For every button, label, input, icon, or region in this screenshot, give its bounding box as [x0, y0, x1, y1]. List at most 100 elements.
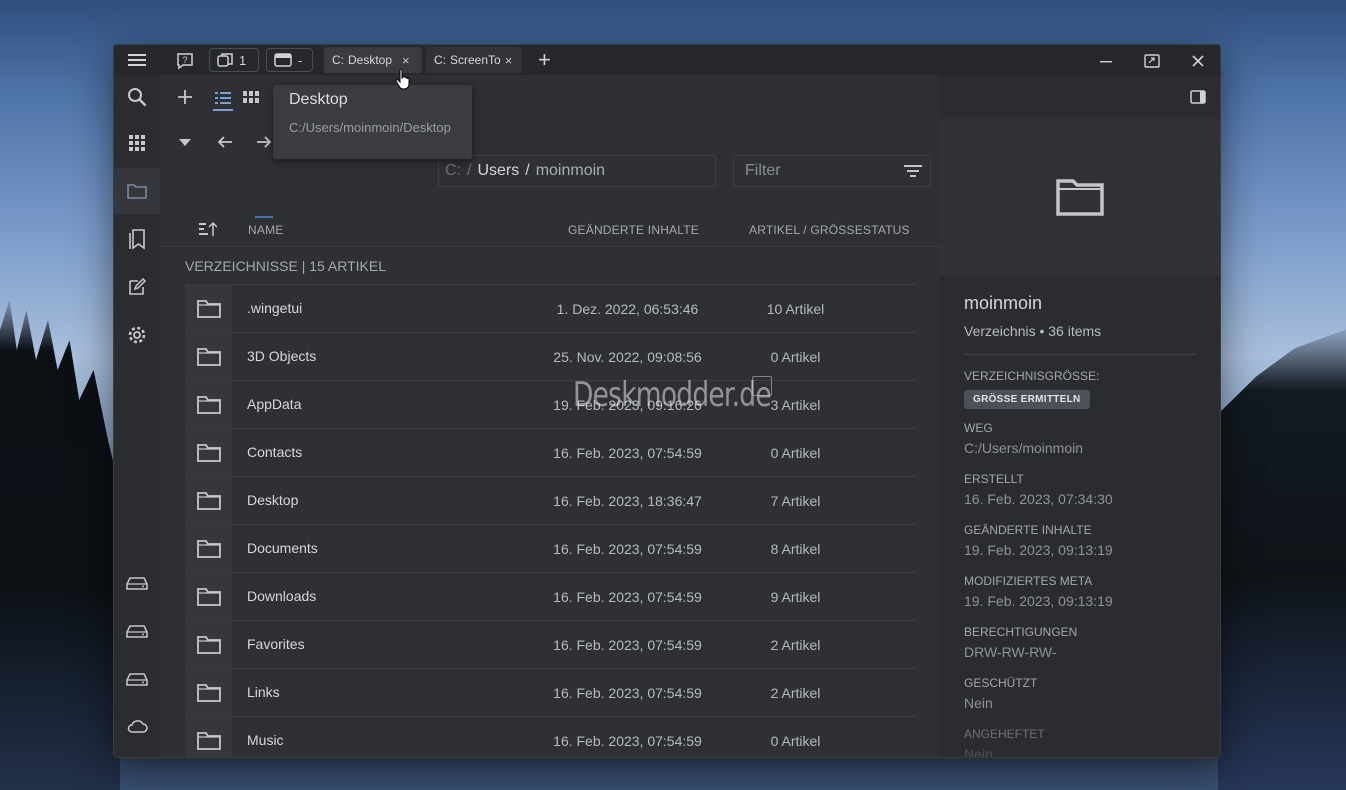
protected-label: GESCHÜTZT [964, 676, 1038, 690]
table-row[interactable]: Music 16. Feb. 2023, 07:54:59 0 Artikel [185, 717, 916, 757]
row-name: Links [247, 684, 280, 700]
row-modified: 16. Feb. 2023, 07:54:59 [553, 541, 702, 557]
filter-icon[interactable] [904, 164, 922, 178]
folder-preview [940, 119, 1220, 275]
drive-icon[interactable] [125, 571, 149, 595]
close-window-icon[interactable] [1188, 51, 1208, 71]
column-accent [255, 216, 273, 218]
table-row[interactable]: Links 16. Feb. 2023, 07:54:59 2 Artikel [185, 669, 916, 717]
search-icon[interactable] [125, 85, 149, 109]
layout-icon [274, 52, 292, 68]
meta-label: MODIFIZIERTES META [964, 574, 1093, 588]
layout-button[interactable]: - [266, 48, 313, 72]
filter-placeholder: Filter [745, 162, 781, 179]
folder-icon [1055, 176, 1105, 218]
help-icon[interactable]: ? [175, 51, 195, 71]
header-divider [160, 246, 940, 247]
wallpaper-trees-left [0, 300, 120, 790]
column-header-name[interactable]: NAME [248, 223, 283, 237]
windows-button[interactable]: 1 [209, 48, 259, 72]
folder-icon [185, 621, 232, 668]
meta-value: 19. Feb. 2023, 09:13:19 [964, 593, 1113, 609]
calculate-size-button[interactable]: GRÖSSE ERMITTELN [964, 390, 1090, 409]
breadcrumb[interactable]: C: / Users / moinmoin [438, 155, 716, 187]
row-modified: 16. Feb. 2023, 07:54:59 [553, 445, 702, 461]
folder-icon [185, 669, 232, 716]
cloud-icon[interactable] [125, 715, 149, 739]
row-name: Contacts [247, 444, 303, 460]
list-view-icon[interactable] [213, 87, 233, 111]
sort-icon[interactable] [198, 219, 218, 239]
breadcrumb-separator: / [525, 162, 530, 179]
file-list-pane: C: / Users / moinmoin Filter NAME GEÄNDE… [160, 75, 940, 757]
table-row[interactable]: Downloads 16. Feb. 2023, 07:54:59 9 Artike… [185, 573, 916, 621]
pinned-label: ANGEHEFTET [964, 727, 1045, 741]
row-name: Desktop [247, 492, 299, 508]
tooltip-path: C:/Users/moinmoin/Desktop [289, 120, 451, 135]
maximize-icon[interactable] [1142, 51, 1162, 71]
folder-icon [185, 333, 232, 380]
table-row[interactable]: Documents 16. Feb. 2023, 07:54:59 8 Artike… [185, 525, 916, 573]
row-name: Favorites [247, 636, 305, 652]
apps-grid-icon[interactable] [125, 131, 149, 155]
back-arrow-icon[interactable] [215, 132, 235, 152]
row-name: AppData [247, 396, 302, 412]
folder-icon [185, 285, 232, 332]
hand-cursor-icon [395, 68, 411, 90]
add-icon[interactable] [175, 87, 195, 107]
size-label: VERZEICHNISGRÖSSE: [964, 369, 1100, 383]
drive-icon[interactable] [125, 619, 149, 643]
breadcrumb-users[interactable]: Users [477, 162, 519, 180]
breadcrumb-moinmoin[interactable]: moinmoin [536, 162, 605, 180]
grid-view-icon[interactable] [241, 87, 261, 107]
path-value: C:/Users/moinmoin [964, 440, 1084, 456]
breadcrumb-drive[interactable]: C: [445, 162, 461, 180]
chevron-down-icon[interactable] [175, 132, 195, 152]
column-header-status[interactable]: STATUS [863, 223, 910, 237]
row-count: 7 Artikel [770, 493, 821, 509]
settings-icon[interactable] [125, 323, 149, 347]
table-row[interactable]: 3D Objects 25. Nov. 2022, 09:08:56 0 Artik… [185, 333, 916, 381]
folder-icon [185, 717, 232, 757]
row-modified: 16. Feb. 2023, 07:54:59 [553, 637, 702, 653]
close-tab-icon[interactable]: × [402, 53, 410, 68]
tooltip-title: Desktop [289, 91, 348, 108]
folder-icon[interactable] [125, 179, 149, 203]
row-name: .wingetui [247, 300, 303, 316]
filter-input[interactable]: Filter [733, 155, 931, 187]
tab-drive: C: [332, 53, 344, 67]
permissions-label: BERECHTIGUNGEN [964, 625, 1078, 639]
column-header-size[interactable]: ARTIKEL / GRÖSSE [749, 223, 863, 237]
row-name: 3D Objects [247, 348, 317, 364]
menu-icon[interactable] [126, 50, 148, 70]
table-row[interactable]: AppData 19. Feb. 2023, 09:16:26 3 Artikel [185, 381, 916, 429]
sidebar-toggle-icon[interactable] [1188, 87, 1208, 107]
folder-icon [185, 573, 232, 620]
forward-arrow-icon[interactable] [254, 132, 274, 152]
tab-screento[interactable]: C: ScreenTo × [426, 47, 522, 73]
drive-icon[interactable] [125, 667, 149, 691]
table-row[interactable]: .wingetui 1. Dez. 2022, 06:53:46 10 Artike… [185, 285, 916, 333]
created-value: 16. Feb. 2023, 07:34:30 [964, 491, 1113, 507]
row-count: 0 Artikel [770, 445, 821, 461]
tab-tooltip: Desktop C:/Users/moinmoin/Desktop [273, 85, 472, 159]
windows-icon [217, 52, 233, 68]
table-row[interactable]: Desktop 16. Feb. 2023, 18:36:47 7 Artikel [185, 477, 916, 525]
minimize-icon[interactable] [1096, 51, 1116, 71]
table-row[interactable]: Contacts 16. Feb. 2023, 07:54:59 0 Artikel [185, 429, 916, 477]
svg-text:?: ? [182, 55, 187, 65]
tab-drive: C: [434, 53, 446, 67]
details-pane: moinmoin Verzeichnis • 36 items VERZEICH… [940, 75, 1220, 757]
table-row[interactable]: Favorites 16. Feb. 2023, 07:54:59 2 Artike… [185, 621, 916, 669]
new-tab-button[interactable]: + [538, 47, 551, 73]
window-count: 1 [239, 52, 247, 68]
row-count: 9 Artikel [770, 589, 821, 605]
row-count: 0 Artikel [770, 349, 821, 365]
bookmarks-icon[interactable] [125, 227, 149, 251]
edit-icon[interactable] [125, 275, 149, 299]
row-count: 0 Artikel [770, 733, 821, 749]
folder-icon [185, 381, 232, 428]
folder-icon [185, 477, 232, 524]
close-tab-icon[interactable]: × [505, 53, 513, 68]
column-header-modified[interactable]: GEÄNDERTE INHALTE [568, 223, 699, 237]
